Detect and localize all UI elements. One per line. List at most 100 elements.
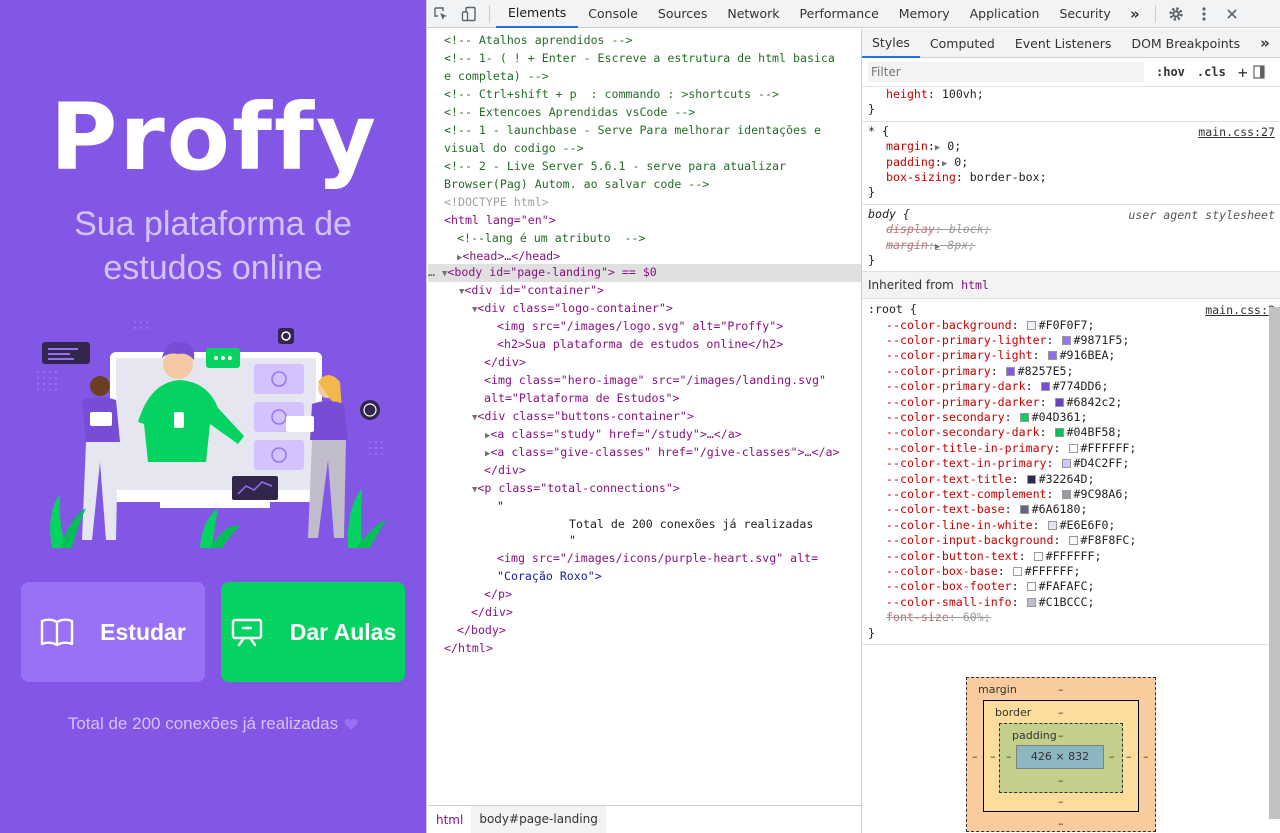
css-variable-name[interactable]: --color-primary-dark xyxy=(886,379,1026,393)
dom-comment[interactable]: <!-- Atalhos aprendidos --> xyxy=(444,32,861,50)
dom-comment[interactable]: <!-- Extencoes Aprendidas vsCode --> xyxy=(444,104,861,122)
css-source-link[interactable]: main.css:27 xyxy=(1198,125,1275,139)
css-variable-row[interactable]: --color-primary-light: #916BEA; xyxy=(868,348,1275,363)
dom-heart-img-node[interactable]: <img src="/images/icons/purple-heart.svg… xyxy=(497,550,861,568)
css-variable-row[interactable]: --color-box-base: #FFFFFF; xyxy=(868,564,1275,579)
dom-closing-div[interactable]: </div> xyxy=(471,604,861,622)
tab-dom-breakpoints[interactable]: DOM Breakpoints xyxy=(1121,29,1250,58)
color-swatch-icon[interactable] xyxy=(1026,582,1036,592)
css-variable-name[interactable]: --color-box-base xyxy=(886,564,998,578)
tab-elements[interactable]: Elements xyxy=(496,0,579,28)
more-panes-icon[interactable]: » xyxy=(1250,29,1280,58)
css-prop-name[interactable]: margin xyxy=(886,139,928,153)
dom-buttons-container-node[interactable]: ▼<div class="buttons-container"> xyxy=(472,408,861,426)
device-toolbar-icon[interactable] xyxy=(455,0,483,28)
tab-styles[interactable]: Styles xyxy=(862,29,920,58)
color-swatch-icon[interactable] xyxy=(1047,520,1057,530)
css-variable-value[interactable]: #F8F8FC; xyxy=(1081,533,1137,547)
dom-comment[interactable]: <!--lang é um atributo --> xyxy=(457,230,861,248)
css-variable-value[interactable]: #D4C2FF; xyxy=(1074,456,1130,470)
class-toggle[interactable]: .cls xyxy=(1197,65,1226,79)
color-swatch-icon[interactable] xyxy=(1033,551,1043,561)
color-swatch-icon[interactable] xyxy=(1026,474,1036,484)
css-variable-value[interactable]: #04BF58; xyxy=(1067,425,1123,439)
css-variable-name[interactable]: --color-primary-light xyxy=(886,348,1033,362)
css-variable-name[interactable]: --color-box-footer xyxy=(886,579,1012,593)
css-variable-row[interactable]: --color-text-complement: #9C98A6; xyxy=(868,487,1275,502)
css-variable-name[interactable]: --color-primary-lighter xyxy=(886,333,1047,347)
color-swatch-icon[interactable] xyxy=(1054,428,1064,438)
css-variable-row[interactable]: --color-secondary-dark: #04BF58; xyxy=(868,425,1275,440)
color-swatch-icon[interactable] xyxy=(1047,351,1057,361)
dom-closing-div[interactable]: </div> xyxy=(484,462,861,480)
dom-hero-img-node[interactable]: <img class="hero-image" src="/images/lan… xyxy=(484,372,861,390)
css-variable-value[interactable]: #8257E5; xyxy=(1018,364,1074,378)
css-prop-name[interactable]: height xyxy=(886,87,928,101)
dom-comment[interactable]: <!-- Ctrl+shift + p : commando : >shortc… xyxy=(444,86,861,104)
dom-hero-img-alt[interactable]: alt="Plataforma de Estudos"> xyxy=(484,390,861,408)
css-prop-name[interactable]: display xyxy=(886,222,935,236)
css-variable-row[interactable]: --color-background: #F0F0F7; xyxy=(868,318,1275,333)
dom-closing-p[interactable]: </p> xyxy=(484,586,861,604)
tab-application[interactable]: Application xyxy=(960,0,1050,28)
dom-comment[interactable]: Browser(Pag) Autom. ao salvar code --> xyxy=(444,176,861,194)
css-prop-value[interactable]: 0; xyxy=(947,139,961,153)
breadcrumb-body[interactable]: body#page-landing xyxy=(471,806,606,833)
dom-total-connections-node[interactable]: ▼<p class="total-connections"> xyxy=(472,480,861,498)
tab-computed[interactable]: Computed xyxy=(920,29,1005,58)
css-variable-name[interactable]: --color-text-complement xyxy=(886,487,1047,501)
css-variable-name[interactable]: --color-secondary xyxy=(886,410,1005,424)
css-variable-row[interactable]: --color-line-in-white: #E6E6F0; xyxy=(868,518,1275,533)
color-swatch-icon[interactable] xyxy=(1068,443,1078,453)
css-variable-name[interactable]: --color-text-in-primary xyxy=(886,456,1047,470)
css-variable-name[interactable]: --color-secondary-dark xyxy=(886,425,1040,439)
tab-event-listeners[interactable]: Event Listeners xyxy=(1005,29,1122,58)
more-tabs-icon[interactable]: » xyxy=(1121,0,1149,28)
css-variable-row[interactable]: --color-secondary: #04D361; xyxy=(868,410,1275,425)
css-variable-row[interactable]: --color-text-in-primary: #D4C2FF; xyxy=(868,456,1275,471)
color-swatch-icon[interactable] xyxy=(1061,489,1071,499)
color-swatch-icon[interactable] xyxy=(1061,459,1071,469)
css-variable-name[interactable]: --color-primary-darker xyxy=(886,395,1040,409)
dom-comment[interactable]: <!-- 1 - launchbase - Serve Para melhora… xyxy=(444,122,861,140)
gear-icon[interactable] xyxy=(1162,0,1190,28)
sidebar-toggle-icon[interactable] xyxy=(1253,65,1266,79)
dom-closing-body[interactable]: </body> xyxy=(457,622,861,640)
dom-study-link-node[interactable]: ▶<a class="study" href="/study">…</a> xyxy=(485,426,861,444)
tab-console[interactable]: Console xyxy=(578,0,648,28)
css-variable-name[interactable]: --color-button-text xyxy=(886,549,1019,563)
color-swatch-icon[interactable] xyxy=(1012,566,1022,576)
give-classes-button[interactable]: Dar Aulas xyxy=(221,582,405,682)
css-variable-name[interactable]: --color-input-background xyxy=(886,533,1054,547)
dom-comment[interactable]: <!-- 1- ( ! + Enter - Escreve a estrutur… xyxy=(444,50,861,68)
dom-closing-div[interactable]: </div> xyxy=(484,354,861,372)
css-variable-name[interactable]: --color-text-title xyxy=(886,472,1012,486)
css-variable-value[interactable]: #FFFFFF; xyxy=(1046,549,1102,563)
css-variable-value[interactable]: #FAFAFC; xyxy=(1039,579,1095,593)
css-variable-value[interactable]: #04D361; xyxy=(1032,410,1088,424)
css-variable-value[interactable]: #FFFFFF; xyxy=(1025,564,1081,578)
dom-logo-container-node[interactable]: ▼<div class="logo-container"> xyxy=(472,300,861,318)
css-variable-row[interactable]: --color-primary-darker: #6842c2; xyxy=(868,395,1275,410)
css-variable-value[interactable]: #E6E6F0; xyxy=(1060,518,1116,532)
dom-h2-node[interactable]: <h2>Sua plataforma de estudos online</h2… xyxy=(497,336,861,354)
tab-security[interactable]: Security xyxy=(1049,0,1120,28)
color-swatch-icon[interactable] xyxy=(1005,366,1015,376)
css-variable-row[interactable]: --color-input-background: #F8F8FC; xyxy=(868,533,1275,548)
css-prop-name[interactable]: font-size xyxy=(886,610,949,624)
css-variable-row[interactable]: --color-text-title: #32264D; xyxy=(868,472,1275,487)
css-prop-value[interactable]: 60%; xyxy=(963,610,991,624)
css-variable-name[interactable]: --color-primary xyxy=(886,364,991,378)
dom-comment[interactable]: <!-- 2 - Live Server 5.6.1 - serve para … xyxy=(444,158,861,176)
css-prop-name[interactable]: padding xyxy=(886,155,935,169)
css-variable-row[interactable]: --color-title-in-primary: #FFFFFF; xyxy=(868,441,1275,456)
color-swatch-icon[interactable] xyxy=(1061,336,1071,346)
css-prop-value[interactable]: block; xyxy=(949,222,991,236)
kebab-menu-icon[interactable] xyxy=(1190,0,1218,28)
css-variable-value[interactable]: #32264D; xyxy=(1039,472,1095,486)
dom-logo-img-node[interactable]: <img src="/images/logo.svg" alt="Proffy"… xyxy=(497,318,861,336)
css-variable-row[interactable]: --color-small-info: #C1BCCC; xyxy=(868,595,1275,610)
css-variable-value[interactable]: #FFFFFF; xyxy=(1081,441,1137,455)
css-variable-value[interactable]: #F0F0F7; xyxy=(1039,318,1095,332)
inspect-element-icon[interactable] xyxy=(427,0,455,28)
